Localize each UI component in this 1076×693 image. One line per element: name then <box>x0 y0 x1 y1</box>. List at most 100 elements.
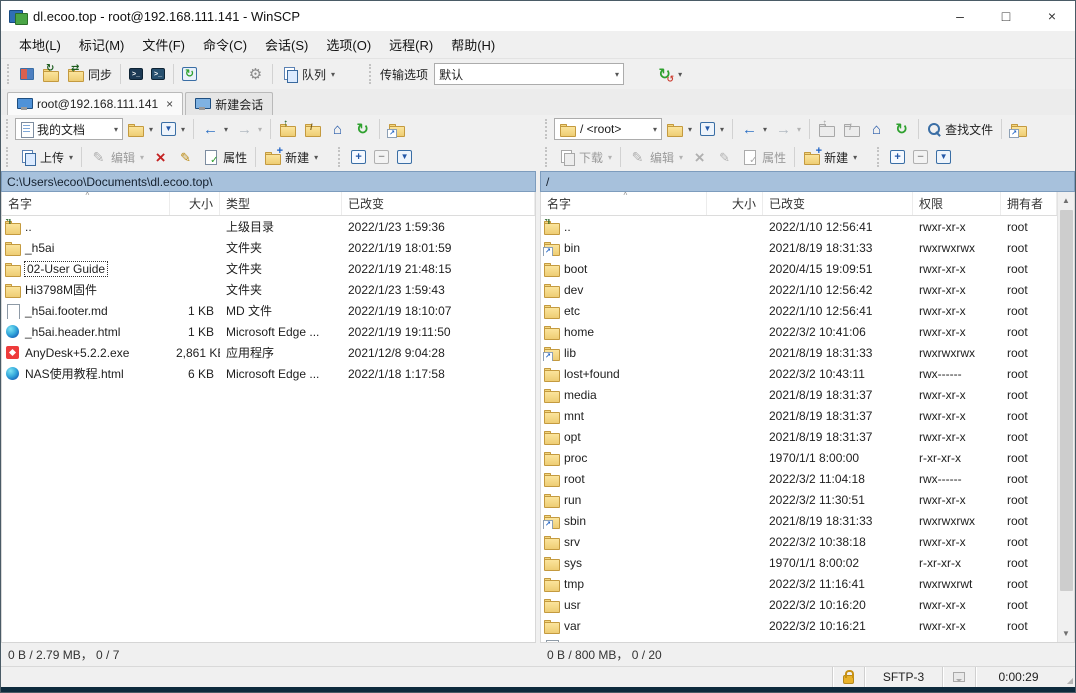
chevron-down-icon[interactable]: ▾ <box>720 125 724 134</box>
chevron-down-icon[interactable]: ▾ <box>224 125 228 134</box>
file-row[interactable]: proc1970/1/1 8:00:00r-xr-xr-xroot <box>541 447 1074 468</box>
chevron-down-icon[interactable]: ▾ <box>679 153 683 162</box>
add-symlink-button[interactable]: ↗ <box>384 117 409 141</box>
file-row[interactable]: sys1970/1/1 8:00:02r-xr-xr-xroot <box>541 552 1074 573</box>
column-header-1[interactable]: 大小 <box>170 192 220 215</box>
toolbar-grip[interactable] <box>338 147 342 167</box>
menu-item-2[interactable]: 文件(F) <box>134 32 193 57</box>
add-symlink-button[interactable]: ↗ <box>1006 117 1031 141</box>
chevron-down-icon[interactable]: ▾ <box>69 153 73 162</box>
menu-item-4[interactable]: 会话(S) <box>257 32 316 57</box>
back-button[interactable]: ←▾ <box>737 117 771 141</box>
file-row[interactable]: srv2022/3/2 10:38:18rwxr-xr-xroot <box>541 531 1074 552</box>
menu-item-0[interactable]: 本地(L) <box>11 32 69 57</box>
chevron-down-icon[interactable]: ▾ <box>258 125 262 134</box>
resize-grip[interactable]: ◢ <box>1061 667 1075 687</box>
maximize-icon[interactable]: □ <box>983 1 1029 31</box>
toolbar-grip[interactable] <box>545 147 549 167</box>
remote-scrollbar[interactable]: ▲ ▼ <box>1057 192 1074 642</box>
menu-item-6[interactable]: 远程(R) <box>381 32 441 57</box>
menu-item-1[interactable]: 标记(M) <box>71 32 133 57</box>
chevron-down-icon[interactable]: ▾ <box>314 153 318 162</box>
file-row[interactable]: root2022/3/2 11:04:18rwx------root <box>541 468 1074 489</box>
refresh-button[interactable]: ↻ <box>889 117 914 141</box>
tab-new-session[interactable]: 新建会话 <box>185 92 273 115</box>
chevron-down-icon[interactable]: ▾ <box>678 70 682 79</box>
file-row[interactable]: ↰..上级目录2022/1/23 1:59:36 <box>2 216 535 237</box>
chevron-down-icon[interactable]: ▾ <box>331 70 335 79</box>
menu-item-7[interactable]: 帮助(H) <box>443 32 503 57</box>
minimize-icon[interactable]: – <box>937 1 983 31</box>
statusbar-protocol[interactable]: SFTP-3 <box>864 667 942 687</box>
parent-folder-button[interactable]: ↑ <box>275 117 300 141</box>
close-tab-icon[interactable]: × <box>166 97 173 111</box>
file-row[interactable]: swapfile819,2002022/3/2 10:52:17rw------… <box>541 636 1074 642</box>
column-header-1[interactable]: 大小 <box>707 192 763 215</box>
drive-selector-combobox[interactable]: 我的文档▾ <box>15 118 123 140</box>
new-button[interactable]: +新建▾ <box>260 145 322 169</box>
refresh-button[interactable]: ↻ <box>350 117 375 141</box>
statusbar-lock-cell[interactable] <box>832 667 864 687</box>
console-button[interactable]: >_ <box>147 62 169 86</box>
file-row[interactable]: etc2022/1/10 12:56:41rwxr-xr-xroot <box>541 300 1074 321</box>
select-plus-button[interactable]: + <box>347 145 370 169</box>
panel-layout-button[interactable] <box>16 62 38 86</box>
transfer-settings-button[interactable]: ↻↺▾ <box>652 62 686 86</box>
file-row[interactable]: boot2020/4/15 19:09:51rwxr-xr-xroot <box>541 258 1074 279</box>
home-button[interactable]: ⌂ <box>864 117 889 141</box>
file-row[interactable]: var2022/3/2 10:16:21rwxr-xr-xroot <box>541 615 1074 636</box>
open-folder-button[interactable]: ▾ <box>662 117 696 141</box>
drive-selector-combobox[interactable]: / <root>▾ <box>554 118 662 140</box>
toolbar-grip[interactable] <box>6 119 10 139</box>
file-row[interactable]: run2022/3/2 11:30:51rwxr-xr-xroot <box>541 489 1074 510</box>
scrollbar-thumb[interactable] <box>1060 210 1073 591</box>
file-row[interactable]: media2021/8/19 18:31:37rwxr-xr-xroot <box>541 384 1074 405</box>
refresh-session-button[interactable]: ↻ <box>178 62 201 86</box>
chevron-down-icon[interactable]: ▾ <box>688 125 692 134</box>
new-button[interactable]: +新建▾ <box>799 145 861 169</box>
scroll-down-icon[interactable]: ▼ <box>1058 625 1074 642</box>
chevron-down-icon[interactable]: ▾ <box>181 125 185 134</box>
file-row[interactable]: dev2022/1/10 12:56:42rwxr-xr-xroot <box>541 279 1074 300</box>
column-header-2[interactable]: 类型 <box>220 192 342 215</box>
properties-button[interactable]: ✓属性 <box>198 145 251 169</box>
column-header-0[interactable]: 名字^ <box>541 192 707 215</box>
tab-session[interactable]: root@192.168.111.141 × <box>7 92 183 115</box>
file-row[interactable]: NAS使用教程.html6 KBMicrosoft Edge ...2022/1… <box>2 363 535 384</box>
file-row[interactable]: ↗lib2021/8/19 18:31:33rwxrwxrwxroot <box>541 342 1074 363</box>
chevron-down-icon[interactable]: ▾ <box>647 125 657 134</box>
chevron-down-icon[interactable]: ▾ <box>140 153 144 162</box>
chevron-down-icon[interactable]: ▾ <box>149 125 153 134</box>
queue-button[interactable]: 队列▾ <box>277 62 339 86</box>
local-address-bar[interactable]: C:\Users\ecoo\Documents\dl.ecoo.top\ <box>1 171 536 192</box>
synchronize-button[interactable]: ⇄同步 <box>63 62 116 86</box>
file-row[interactable]: _h5ai.footer.md1 KBMD 文件2022/1/19 18:10:… <box>2 300 535 321</box>
scroll-up-icon[interactable]: ▲ <box>1058 192 1074 209</box>
chevron-down-icon[interactable]: ▾ <box>108 125 118 134</box>
column-header-2[interactable]: 已改变 <box>763 192 913 215</box>
select-plus-button[interactable]: + <box>886 145 909 169</box>
file-row[interactable]: 02-User Guide文件夹2022/1/19 21:48:15 <box>2 258 535 279</box>
file-row[interactable]: opt2021/8/19 18:31:37rwxr-xr-xroot <box>541 426 1074 447</box>
back-button[interactable]: ←▾ <box>198 117 232 141</box>
menu-item-5[interactable]: 选项(O) <box>318 32 379 57</box>
statusbar-notes-cell[interactable] <box>942 667 975 687</box>
root-folder-button[interactable]: / <box>300 117 325 141</box>
close-icon[interactable]: × <box>1029 1 1075 31</box>
home-button[interactable]: ⌂ <box>325 117 350 141</box>
remote-address-bar[interactable]: / <box>540 171 1075 192</box>
file-row[interactable]: mnt2021/8/19 18:31:37rwxr-xr-xroot <box>541 405 1074 426</box>
file-row[interactable]: tmp2022/3/2 11:16:41rwxrwxrwtroot <box>541 573 1074 594</box>
terminal-button[interactable]: >_ <box>125 62 147 86</box>
column-header-0[interactable]: 名字^ <box>2 192 170 215</box>
preferences-button[interactable]: ⚙ <box>243 62 268 86</box>
upload-button[interactable]: 上传▾ <box>15 145 77 169</box>
file-row[interactable]: Hi3798M固件文件夹2022/1/23 1:59:43 <box>2 279 535 300</box>
chevron-down-icon[interactable]: ▾ <box>797 125 801 134</box>
file-row[interactable]: usr2022/3/2 10:16:20rwxr-xr-xroot <box>541 594 1074 615</box>
chevron-down-icon[interactable]: ▾ <box>853 153 857 162</box>
column-header-3[interactable]: 权限 <box>913 192 1001 215</box>
open-folder-button[interactable]: ▾ <box>123 117 157 141</box>
toolbar-grip[interactable] <box>877 147 881 167</box>
file-row[interactable]: AnyDesk+5.2.2.exe2,861 KB应用程序2021/12/8 9… <box>2 342 535 363</box>
